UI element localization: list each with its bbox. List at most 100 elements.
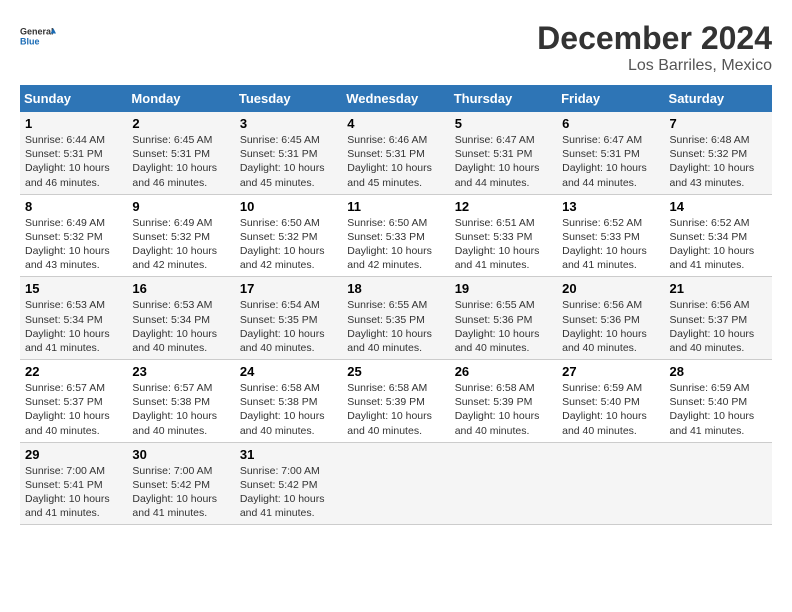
- header-day-monday: Monday: [127, 85, 234, 112]
- calendar-cell: 15 Sunrise: 6:53 AMSunset: 5:34 PMDayligh…: [20, 277, 127, 360]
- day-info: Sunrise: 6:45 AMSunset: 5:31 PMDaylight:…: [132, 133, 230, 190]
- month-title: December 2024: [537, 20, 772, 57]
- day-number: 10: [240, 199, 338, 214]
- day-info: Sunrise: 6:51 AMSunset: 5:33 PMDaylight:…: [455, 216, 553, 273]
- day-info: Sunrise: 6:56 AMSunset: 5:36 PMDaylight:…: [562, 298, 660, 355]
- calendar-cell: 8Sunrise: 6:49 AMSunset: 5:32 PMDaylight…: [20, 194, 127, 277]
- day-number: 5: [455, 116, 553, 131]
- day-number: 22: [25, 364, 123, 379]
- day-info: Sunrise: 6:58 AMSunset: 5:39 PMDaylight:…: [347, 381, 445, 438]
- day-info: Sunrise: 6:57 AMSunset: 5:38 PMDaylight:…: [132, 381, 230, 438]
- day-info: Sunrise: 7:00 AMSunset: 5:41 PMDaylight:…: [25, 464, 123, 521]
- day-number: 1: [25, 116, 123, 131]
- day-info: Sunrise: 6:44 AMSunset: 5:31 PMDaylight:…: [25, 133, 123, 190]
- day-number: 23: [132, 364, 230, 379]
- logo-svg: General Blue: [20, 20, 56, 56]
- calendar-cell: 19 Sunrise: 6:55 AMSunset: 5:36 PMDayligh…: [450, 277, 557, 360]
- calendar-cell: 24 Sunrise: 6:58 AMSunset: 5:38 PMDayligh…: [235, 360, 342, 443]
- calendar-cell: 9 Sunrise: 6:49 AMSunset: 5:32 PMDaylight…: [127, 194, 234, 277]
- day-number: 9: [132, 199, 230, 214]
- title-area: December 2024 Los Barriles, Mexico: [537, 20, 772, 75]
- week-row-4: 22 Sunrise: 6:57 AMSunset: 5:37 PMDayligh…: [20, 360, 772, 443]
- calendar-cell: 10 Sunrise: 6:50 AMSunset: 5:32 PMDayligh…: [235, 194, 342, 277]
- day-number: 7: [670, 116, 768, 131]
- calendar-cell: 26Sunrise: 6:58 AMSunset: 5:39 PMDayligh…: [450, 360, 557, 443]
- day-info: Sunrise: 6:50 AMSunset: 5:32 PMDaylight:…: [240, 216, 338, 273]
- day-number: 14: [670, 199, 768, 214]
- calendar-cell: 29 Sunrise: 7:00 AMSunset: 5:41 PMDayligh…: [20, 442, 127, 525]
- calendar-cell: [342, 442, 449, 525]
- day-info: Sunrise: 6:58 AMSunset: 5:38 PMDaylight:…: [240, 381, 338, 438]
- day-number: 24: [240, 364, 338, 379]
- day-info: Sunrise: 6:47 AMSunset: 5:31 PMDaylight:…: [562, 133, 660, 190]
- day-number: 6: [562, 116, 660, 131]
- header: General Blue December 2024 Los Barriles,…: [20, 20, 772, 75]
- calendar-cell: 2 Sunrise: 6:45 AMSunset: 5:31 PMDaylight…: [127, 112, 234, 194]
- header-row: SundayMondayTuesdayWednesdayThursdayFrid…: [20, 85, 772, 112]
- day-number: 16: [132, 281, 230, 296]
- day-number: 25: [347, 364, 445, 379]
- day-number: 29: [25, 447, 123, 462]
- calendar-cell: [665, 442, 772, 525]
- calendar-cell: 3 Sunrise: 6:45 AMSunset: 5:31 PMDaylight…: [235, 112, 342, 194]
- header-day-saturday: Saturday: [665, 85, 772, 112]
- day-number: 31: [240, 447, 338, 462]
- day-info: Sunrise: 6:57 AMSunset: 5:37 PMDaylight:…: [25, 381, 123, 438]
- calendar-cell: 17 Sunrise: 6:54 AMSunset: 5:35 PMDayligh…: [235, 277, 342, 360]
- calendar-cell: 1 Sunrise: 6:44 AMSunset: 5:31 PMDaylight…: [20, 112, 127, 194]
- week-row-5: 29 Sunrise: 7:00 AMSunset: 5:41 PMDayligh…: [20, 442, 772, 525]
- day-number: 17: [240, 281, 338, 296]
- day-info: Sunrise: 6:47 AMSunset: 5:31 PMDaylight:…: [455, 133, 553, 190]
- calendar-cell: [450, 442, 557, 525]
- location-title: Los Barriles, Mexico: [537, 57, 772, 75]
- day-info: Sunrise: 7:00 AMSunset: 5:42 PMDaylight:…: [132, 464, 230, 521]
- day-info: Sunrise: 6:59 AMSunset: 5:40 PMDaylight:…: [670, 381, 768, 438]
- day-number: 30: [132, 447, 230, 462]
- day-info: Sunrise: 6:45 AMSunset: 5:31 PMDaylight:…: [240, 133, 338, 190]
- calendar-cell: 31 Sunrise: 7:00 AMSunset: 5:42 PMDayligh…: [235, 442, 342, 525]
- day-info: Sunrise: 6:55 AMSunset: 5:36 PMDaylight:…: [455, 298, 553, 355]
- calendar-cell: 28Sunrise: 6:59 AMSunset: 5:40 PMDayligh…: [665, 360, 772, 443]
- calendar-cell: 7 Sunrise: 6:48 AMSunset: 5:32 PMDaylight…: [665, 112, 772, 194]
- calendar-cell: 21 Sunrise: 6:56 AMSunset: 5:37 PMDayligh…: [665, 277, 772, 360]
- calendar-cell: [557, 442, 664, 525]
- header-day-wednesday: Wednesday: [342, 85, 449, 112]
- calendar-cell: 23 Sunrise: 6:57 AMSunset: 5:38 PMDayligh…: [127, 360, 234, 443]
- day-number: 3: [240, 116, 338, 131]
- day-info: Sunrise: 6:55 AMSunset: 5:35 PMDaylight:…: [347, 298, 445, 355]
- day-number: 15: [25, 281, 123, 296]
- day-number: 4: [347, 116, 445, 131]
- day-info: Sunrise: 6:49 AMSunset: 5:32 PMDaylight:…: [132, 216, 230, 273]
- calendar-cell: 13 Sunrise: 6:52 AMSunset: 5:33 PMDayligh…: [557, 194, 664, 277]
- calendar-cell: 12 Sunrise: 6:51 AMSunset: 5:33 PMDayligh…: [450, 194, 557, 277]
- day-info: Sunrise: 7:00 AMSunset: 5:42 PMDaylight:…: [240, 464, 338, 521]
- calendar-cell: 22 Sunrise: 6:57 AMSunset: 5:37 PMDayligh…: [20, 360, 127, 443]
- day-info: Sunrise: 6:56 AMSunset: 5:37 PMDaylight:…: [670, 298, 768, 355]
- day-info: Sunrise: 6:59 AMSunset: 5:40 PMDaylight:…: [562, 381, 660, 438]
- day-number: 11: [347, 199, 445, 214]
- week-row-2: 8Sunrise: 6:49 AMSunset: 5:32 PMDaylight…: [20, 194, 772, 277]
- day-info: Sunrise: 6:54 AMSunset: 5:35 PMDaylight:…: [240, 298, 338, 355]
- calendar-cell: 14Sunrise: 6:52 AMSunset: 5:34 PMDayligh…: [665, 194, 772, 277]
- day-number: 2: [132, 116, 230, 131]
- day-number: 19: [455, 281, 553, 296]
- header-day-tuesday: Tuesday: [235, 85, 342, 112]
- header-day-friday: Friday: [557, 85, 664, 112]
- day-number: 12: [455, 199, 553, 214]
- day-number: 20: [562, 281, 660, 296]
- day-info: Sunrise: 6:52 AMSunset: 5:33 PMDaylight:…: [562, 216, 660, 273]
- day-info: Sunrise: 6:48 AMSunset: 5:32 PMDaylight:…: [670, 133, 768, 190]
- calendar-cell: 25 Sunrise: 6:58 AMSunset: 5:39 PMDayligh…: [342, 360, 449, 443]
- day-info: Sunrise: 6:53 AMSunset: 5:34 PMDaylight:…: [25, 298, 123, 355]
- calendar-cell: 5 Sunrise: 6:47 AMSunset: 5:31 PMDaylight…: [450, 112, 557, 194]
- day-number: 18: [347, 281, 445, 296]
- day-info: Sunrise: 6:49 AMSunset: 5:32 PMDaylight:…: [25, 216, 123, 273]
- calendar-cell: 11Sunrise: 6:50 AMSunset: 5:33 PMDayligh…: [342, 194, 449, 277]
- header-day-thursday: Thursday: [450, 85, 557, 112]
- day-number: 27: [562, 364, 660, 379]
- calendar-cell: 4Sunrise: 6:46 AMSunset: 5:31 PMDaylight…: [342, 112, 449, 194]
- calendar-table: SundayMondayTuesdayWednesdayThursdayFrid…: [20, 85, 772, 525]
- day-number: 21: [670, 281, 768, 296]
- day-number: 13: [562, 199, 660, 214]
- svg-text:General: General: [20, 26, 54, 36]
